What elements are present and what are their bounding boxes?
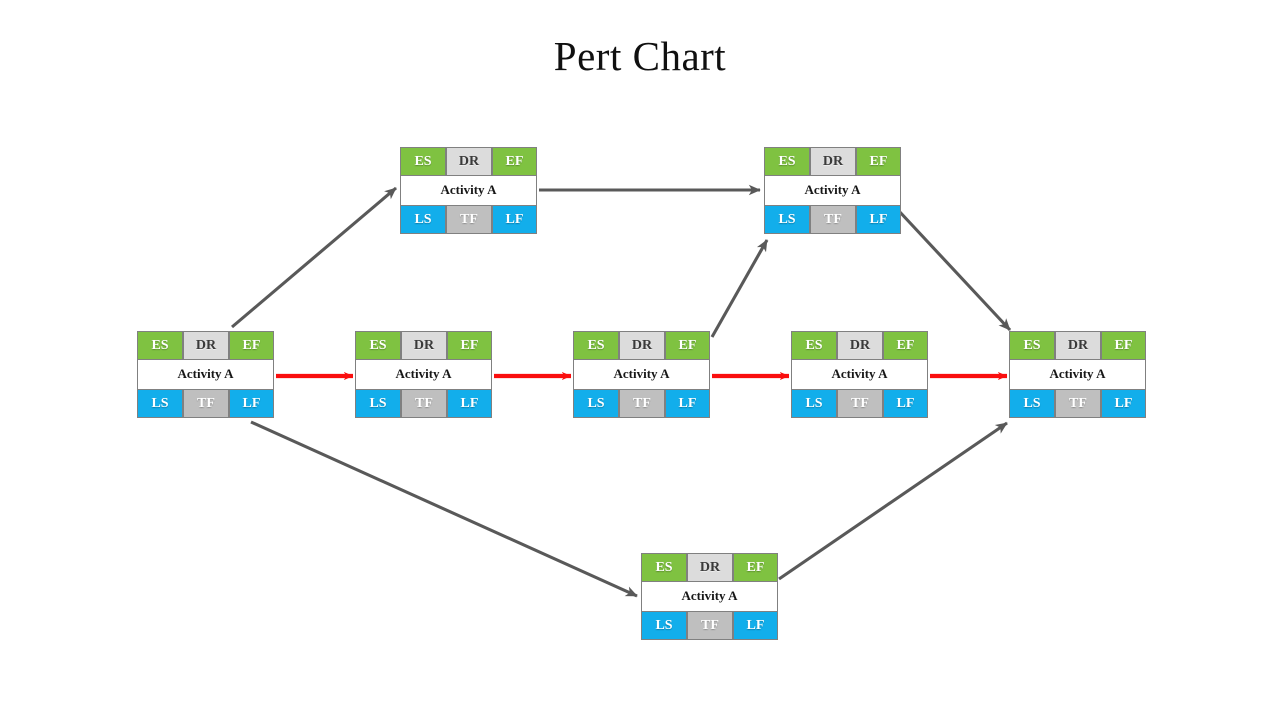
late-finish-cell: LF — [229, 389, 274, 418]
total-float-cell: TF — [1055, 389, 1101, 418]
early-finish-cell: EF — [856, 147, 901, 176]
node-top-row: ES DR EF — [400, 147, 537, 176]
late-start-cell: LS — [641, 611, 687, 640]
pert-node[interactable]: ES DR EF Activity A LS TF LF — [641, 553, 778, 640]
total-float-cell: TF — [619, 389, 665, 418]
node-bottom-row: LS TF LF — [355, 389, 492, 418]
late-start-cell: LS — [137, 389, 183, 418]
late-start-cell: LS — [764, 205, 810, 234]
duration-cell: DR — [1055, 331, 1101, 360]
duration-cell: DR — [810, 147, 856, 176]
early-start-cell: ES — [1009, 331, 1055, 360]
activity-name-cell: Activity A — [400, 176, 537, 205]
node-bottom-row: LS TF LF — [764, 205, 901, 234]
late-finish-cell: LF — [733, 611, 778, 640]
pert-node[interactable]: ES DR EF Activity A LS TF LF — [355, 331, 492, 418]
activity-name-cell: Activity A — [1009, 360, 1146, 389]
late-start-cell: LS — [355, 389, 401, 418]
node-top-row: ES DR EF — [355, 331, 492, 360]
activity-name-cell: Activity A — [573, 360, 710, 389]
early-finish-cell: EF — [447, 331, 492, 360]
early-start-cell: ES — [400, 147, 446, 176]
node-top-row: ES DR EF — [791, 331, 928, 360]
pert-node[interactable]: ES DR EF Activity A LS TF LF — [400, 147, 537, 234]
edge-arrow — [250, 420, 638, 598]
late-start-cell: LS — [400, 205, 446, 234]
duration-cell: DR — [183, 331, 229, 360]
node-top-row: ES DR EF — [641, 553, 778, 582]
activity-name-cell: Activity A — [355, 360, 492, 389]
node-top-row: ES DR EF — [573, 331, 710, 360]
early-start-cell: ES — [137, 331, 183, 360]
early-start-cell: ES — [573, 331, 619, 360]
node-bottom-row: LS TF LF — [641, 611, 778, 640]
pert-node[interactable]: ES DR EF Activity A LS TF LF — [573, 331, 710, 418]
activity-name-cell: Activity A — [764, 176, 901, 205]
node-bottom-row: LS TF LF — [1009, 389, 1146, 418]
late-finish-cell: LF — [1101, 389, 1146, 418]
late-start-cell: LS — [1009, 389, 1055, 418]
node-top-row: ES DR EF — [137, 331, 274, 360]
duration-cell: DR — [837, 331, 883, 360]
node-bottom-row: LS TF LF — [137, 389, 274, 418]
activity-name-cell: Activity A — [137, 360, 274, 389]
edge-arrow — [896, 208, 1012, 332]
node-bottom-row: LS TF LF — [573, 389, 710, 418]
activity-name-cell: Activity A — [641, 582, 778, 611]
edge-arrow — [710, 239, 769, 338]
early-finish-cell: EF — [1101, 331, 1146, 360]
edge-arrow — [230, 186, 398, 329]
node-top-row: ES DR EF — [1009, 331, 1146, 360]
early-finish-cell: EF — [883, 331, 928, 360]
late-finish-cell: LF — [856, 205, 901, 234]
total-float-cell: TF — [446, 205, 492, 234]
early-finish-cell: EF — [665, 331, 710, 360]
pert-node[interactable]: ES DR EF Activity A LS TF LF — [791, 331, 928, 418]
pert-chart-canvas: Pert Chart ES DR EF Activity A LS TF LF ES DR EF A… — [0, 0, 1280, 720]
duration-cell: DR — [401, 331, 447, 360]
early-start-cell: ES — [355, 331, 401, 360]
total-float-cell: TF — [687, 611, 733, 640]
node-bottom-row: LS TF LF — [400, 205, 537, 234]
late-finish-cell: LF — [447, 389, 492, 418]
total-float-cell: TF — [837, 389, 883, 418]
node-top-row: ES DR EF — [764, 147, 901, 176]
pert-node[interactable]: ES DR EF Activity A LS TF LF — [764, 147, 901, 234]
late-finish-cell: LF — [883, 389, 928, 418]
total-float-cell: TF — [810, 205, 856, 234]
activity-name-cell: Activity A — [791, 360, 928, 389]
duration-cell: DR — [687, 553, 733, 582]
early-finish-cell: EF — [733, 553, 778, 582]
late-start-cell: LS — [791, 389, 837, 418]
early-start-cell: ES — [764, 147, 810, 176]
early-start-cell: ES — [791, 331, 837, 360]
total-float-cell: TF — [401, 389, 447, 418]
pert-node[interactable]: ES DR EF Activity A LS TF LF — [137, 331, 274, 418]
early-finish-cell: EF — [229, 331, 274, 360]
early-finish-cell: EF — [492, 147, 537, 176]
duration-cell: DR — [446, 147, 492, 176]
late-start-cell: LS — [573, 389, 619, 418]
total-float-cell: TF — [183, 389, 229, 418]
node-bottom-row: LS TF LF — [791, 389, 928, 418]
late-finish-cell: LF — [665, 389, 710, 418]
early-start-cell: ES — [641, 553, 687, 582]
pert-node[interactable]: ES DR EF Activity A LS TF LF — [1009, 331, 1146, 418]
duration-cell: DR — [619, 331, 665, 360]
late-finish-cell: LF — [492, 205, 537, 234]
edge-arrow — [778, 421, 1008, 581]
